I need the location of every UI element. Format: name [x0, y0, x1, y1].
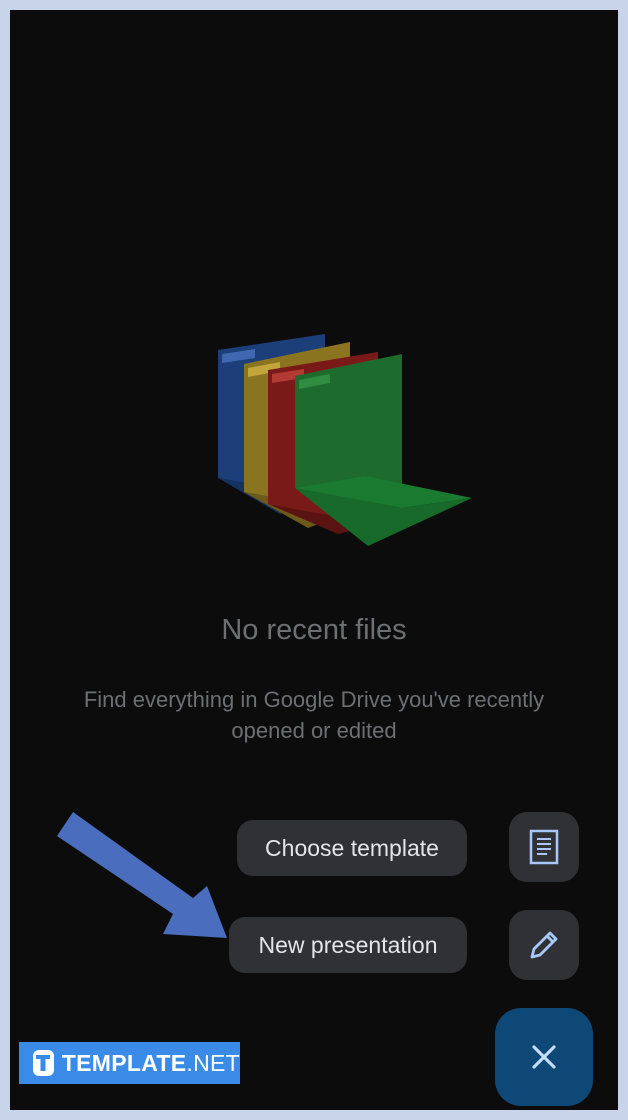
- colored-folders-illustration: [218, 334, 472, 546]
- watermark-brand: TEMPLATE: [61, 1049, 187, 1076]
- new-presentation-fab[interactable]: [509, 910, 579, 980]
- new-presentation-button[interactable]: New presentation: [229, 917, 467, 973]
- close-speed-dial-button[interactable]: [495, 1008, 593, 1106]
- pointer-arrow-icon: [57, 812, 227, 938]
- template-net-watermark: TEMPLATE .NET: [19, 1042, 240, 1084]
- empty-state-title: No recent files: [221, 614, 407, 646]
- choose-template-button[interactable]: Choose template: [237, 820, 467, 876]
- pencil-icon: [530, 931, 558, 959]
- close-icon: [532, 1045, 556, 1069]
- template-logo-icon: [33, 1050, 54, 1076]
- empty-state-description: Find everything in Google Drive you've r…: [83, 687, 545, 743]
- choose-template-fab[interactable]: [509, 812, 579, 882]
- watermark-suffix: .NET: [186, 1049, 240, 1076]
- document-icon: [529, 829, 559, 865]
- app-screen: No recent files Find everything in Googl…: [10, 10, 618, 1110]
